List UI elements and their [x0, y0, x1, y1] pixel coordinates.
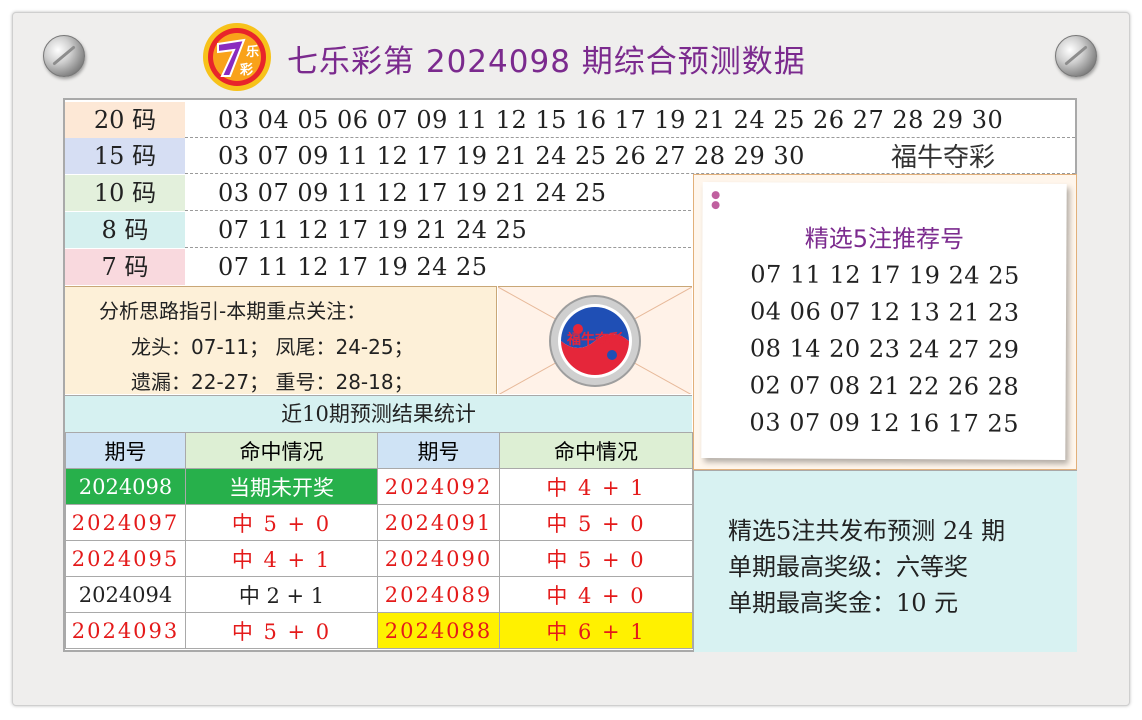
divider — [185, 247, 691, 248]
hit-cell: 中 5 + 0 — [499, 504, 693, 541]
row-label: 15 码 — [65, 138, 185, 174]
period-cell: 2024088 — [377, 612, 500, 649]
code-row-8: 8 码 07 11 12 17 19 21 24 25 — [65, 212, 693, 248]
svg-text:乐: 乐 — [246, 44, 259, 60]
analysis-heading: 分析思路指引-本期重点关注： — [99, 299, 367, 323]
row-label: 8 码 — [65, 212, 185, 248]
table-row: 2024095 中 4 + 1 2024090 中 5 + 0 — [65, 540, 693, 577]
analysis-line: 龙头：07-11； 凤尾：24-25； — [131, 335, 414, 359]
summary-panel: 精选5注共发布预测 24 期 单期最高奖级：六等奖 单期最高奖金：10 元 — [693, 470, 1077, 652]
col-hit: 命中情况 — [185, 432, 378, 469]
code-row-20: 20 码 03 04 05 06 07 09 11 12 15 16 17 19… — [65, 102, 1075, 138]
period-cell: 2024091 — [377, 504, 500, 541]
pin-icon — [711, 191, 720, 210]
recommend-note: 精选5注推荐号 07 11 12 17 19 24 25 04 06 07 12… — [701, 182, 1067, 460]
table-row: 2024094 中 2 + 1 2024089 中 4 + 0 — [65, 576, 693, 613]
col-period: 期号 — [65, 432, 186, 469]
row-label: 10 码 — [65, 175, 185, 211]
row-label: 20 码 — [65, 102, 185, 138]
qilecai-logo: 乐 彩 — [203, 23, 271, 91]
brand-text: 福牛夺彩 — [891, 143, 996, 173]
code-row-7: 7 码 07 11 12 17 19 24 25 — [65, 249, 693, 285]
hit-cell: 中 4 + 1 — [185, 540, 378, 577]
summary-line: 精选5注共发布预测 24 期 — [728, 517, 1006, 545]
screw-icon — [43, 35, 85, 77]
prediction-board: 20 码 03 04 05 06 07 09 11 12 15 16 17 19… — [63, 98, 1077, 652]
row-numbers: 07 11 12 17 19 24 25 — [218, 253, 488, 281]
recommend-line: 04 06 07 12 13 21 23 — [749, 297, 1020, 327]
table-row: 2024098 当期未开奖 2024092 中 4 + 1 — [65, 468, 693, 505]
row-numbers: 03 07 09 11 12 17 19 21 24 25 — [218, 179, 607, 207]
recommend-line: 07 11 12 17 19 24 25 — [750, 260, 1020, 290]
period-cell: 2024092 — [377, 468, 500, 505]
period-cell: 2024090 — [377, 540, 500, 577]
col-hit: 命中情况 — [499, 432, 693, 469]
table-header: 期号 命中情况 期号 命中情况 — [65, 432, 693, 469]
period-cell: 2024089 — [377, 576, 500, 613]
hit-cell: 中 5 + 0 — [185, 612, 378, 649]
badge-panel: 福牛夺彩 — [498, 286, 692, 394]
hit-cell: 当期未开奖 — [185, 468, 378, 505]
hit-cell: 中 5 + 0 — [185, 504, 378, 541]
badge-text: 福牛夺彩 — [567, 332, 623, 348]
period-cell: 2024094 — [65, 576, 186, 613]
screw-icon — [1055, 35, 1097, 77]
hit-cell: 中 4 + 1 — [499, 468, 693, 505]
svg-text:彩: 彩 — [239, 62, 253, 78]
recommend-line: 08 14 20 23 24 27 29 — [749, 334, 1020, 364]
hit-cell: 中 5 + 0 — [499, 540, 693, 577]
table-row: 2024093 中 5 + 0 2024088 中 6 + 1 — [65, 612, 693, 649]
recommend-title: 精选5注推荐号 — [804, 224, 965, 254]
col-period: 期号 — [377, 432, 500, 469]
code-row-10: 10 码 03 07 09 11 12 17 19 21 24 25 — [65, 175, 693, 211]
row-numbers: 07 11 12 17 19 21 24 25 — [218, 216, 528, 244]
hit-cell: 中 2 + 1 — [185, 576, 378, 613]
stats-title: 近10期预测结果统计 — [65, 395, 692, 433]
row-numbers: 03 04 05 06 07 09 11 12 15 16 17 19 21 2… — [218, 106, 1004, 134]
hit-cell: 中 4 + 0 — [499, 576, 693, 613]
period-cell: 2024098 — [65, 468, 186, 505]
analysis-panel: 分析思路指引-本期重点关注： 龙头：07-11； 凤尾：24-25； 遗漏：22… — [65, 286, 497, 394]
page-title: 七乐彩第 2024098 期综合预测数据 — [287, 44, 806, 80]
recommend-line: 02 07 08 21 22 26 28 — [749, 371, 1020, 401]
period-cell: 2024095 — [65, 540, 186, 577]
period-cell: 2024097 — [65, 504, 186, 541]
analysis-line: 遗漏：22-27； 重号：28-18； — [131, 370, 414, 394]
summary-line: 单期最高奖级：六等奖 — [728, 553, 968, 581]
stats-table: 期号 命中情况 期号 命中情况 2024098 当期未开奖 2024092 中 … — [65, 432, 693, 649]
row-numbers: 03 07 09 11 12 17 19 21 24 25 26 27 28 2… — [218, 142, 805, 170]
recommend-line: 03 07 09 12 16 17 25 — [749, 408, 1020, 438]
hit-cell: 中 6 + 1 — [499, 612, 693, 649]
table-row: 2024097 中 5 + 0 2024091 中 5 + 0 — [65, 504, 693, 541]
divider — [185, 210, 691, 211]
period-cell: 2024093 — [65, 612, 186, 649]
summary-line: 单期最高奖金：10 元 — [728, 589, 959, 617]
recommend-panel: 精选5注推荐号 07 11 12 17 19 24 25 04 06 07 12… — [693, 174, 1077, 470]
row-label: 7 码 — [65, 249, 185, 285]
